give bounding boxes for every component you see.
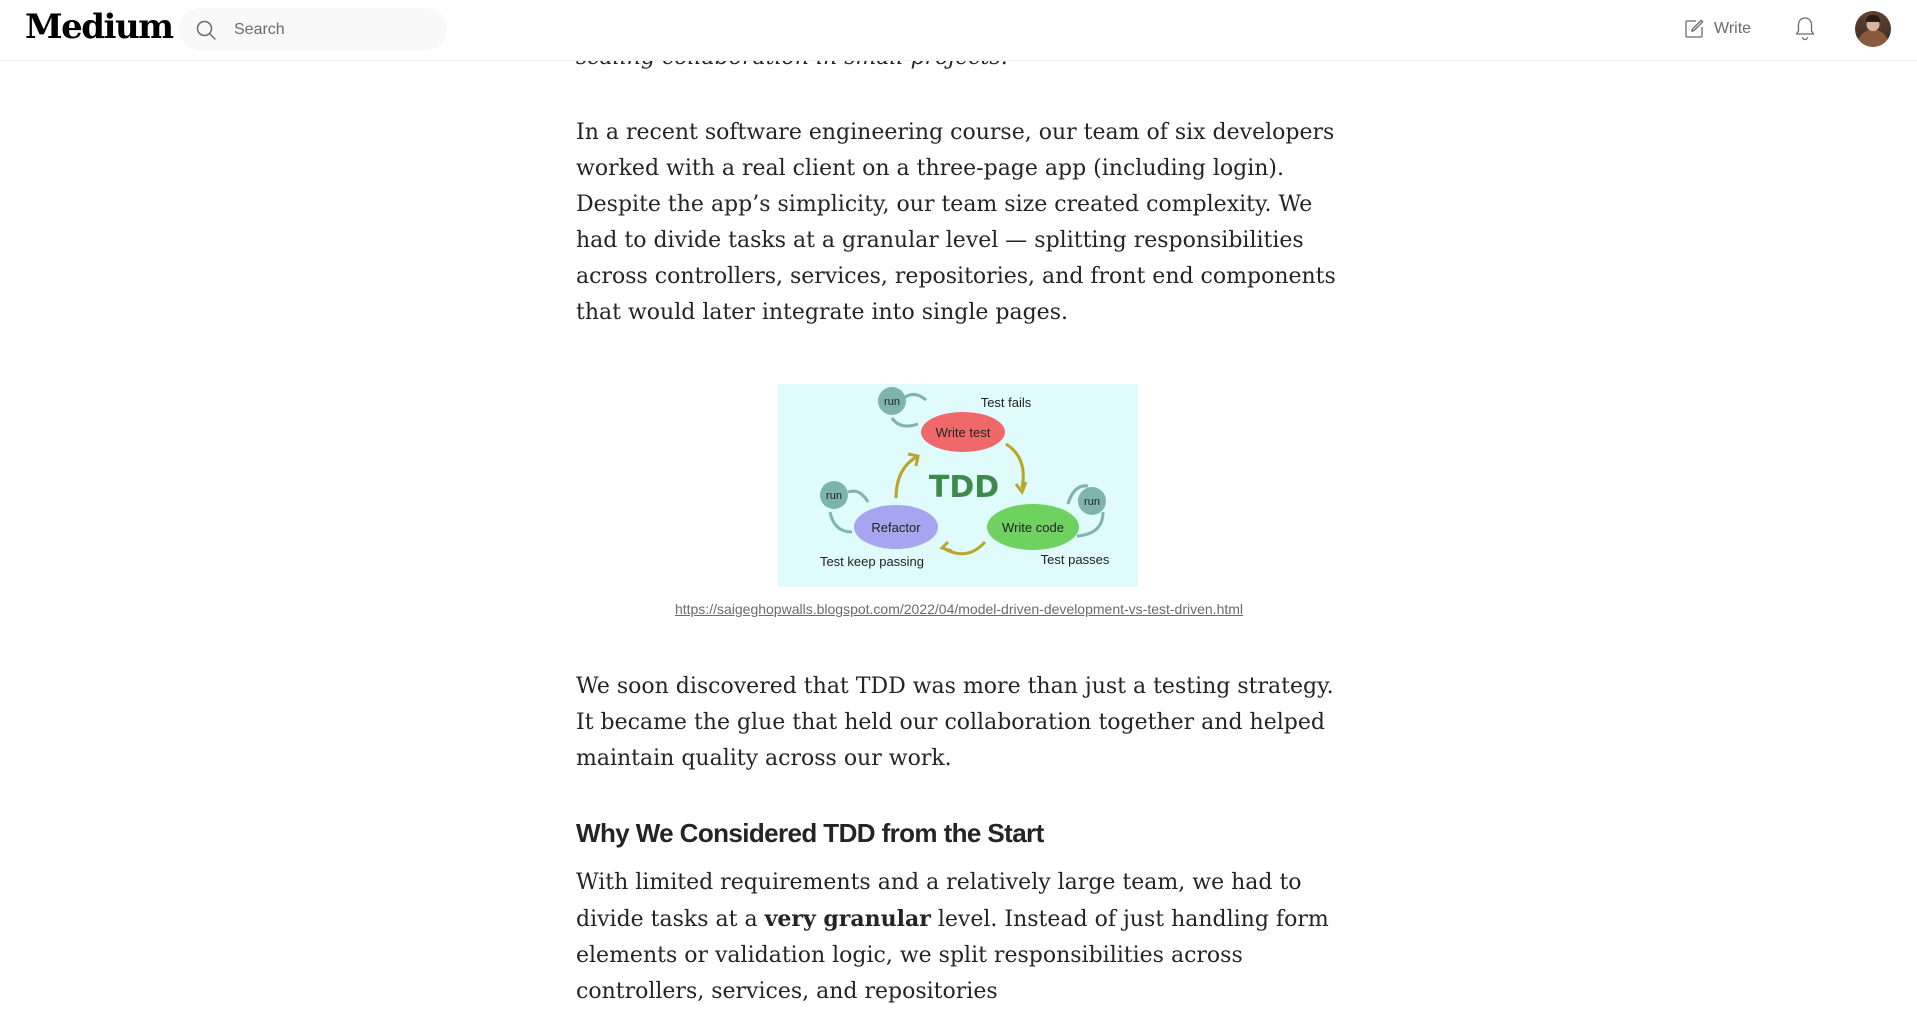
tdd-cycle-figure: Write test Test fails run TDD Refactor r… bbox=[778, 384, 1138, 587]
write-label: Write bbox=[1714, 20, 1752, 37]
write-test-label: Write test bbox=[936, 425, 991, 440]
pencil-square-icon bbox=[1685, 19, 1704, 38]
top-navigation-bar: Medium Write bbox=[0, 0, 1917, 61]
run-label-left: run bbox=[826, 490, 842, 502]
section-heading: Why We Considered TDD from the Start bbox=[576, 818, 1044, 848]
user-avatar[interactable] bbox=[1855, 11, 1891, 47]
test-passes-label: Test passes bbox=[1041, 552, 1110, 567]
search-box[interactable] bbox=[179, 8, 447, 50]
search-input[interactable] bbox=[232, 17, 436, 43]
bell-icon bbox=[1795, 17, 1815, 41]
tdd-center-label: TDD bbox=[929, 470, 999, 505]
write-button[interactable]: Write bbox=[1682, 15, 1751, 43]
refactor-label: Refactor bbox=[871, 520, 921, 535]
notifications-button[interactable] bbox=[1793, 15, 1817, 48]
search-icon bbox=[196, 20, 216, 40]
figure-caption-link[interactable]: https://saigeghopwalls.blogspot.com/2022… bbox=[576, 601, 1342, 617]
test-fails-label: Test fails bbox=[981, 395, 1032, 410]
write-code-label: Write code bbox=[1002, 520, 1064, 535]
run-label-top: run bbox=[884, 396, 900, 408]
paragraph-1: In a recent software engineering course,… bbox=[576, 120, 1336, 325]
paragraph-3-bold: very granular bbox=[764, 906, 931, 932]
paragraph-3: With limited requirements and a relative… bbox=[576, 865, 1346, 1010]
paragraph-2: We soon discovered that TDD was more tha… bbox=[576, 674, 1334, 771]
medium-logo[interactable]: Medium bbox=[25, 7, 174, 47]
test-keep-passing-label: Test keep passing bbox=[820, 554, 924, 569]
run-label-right: run bbox=[1084, 496, 1100, 508]
